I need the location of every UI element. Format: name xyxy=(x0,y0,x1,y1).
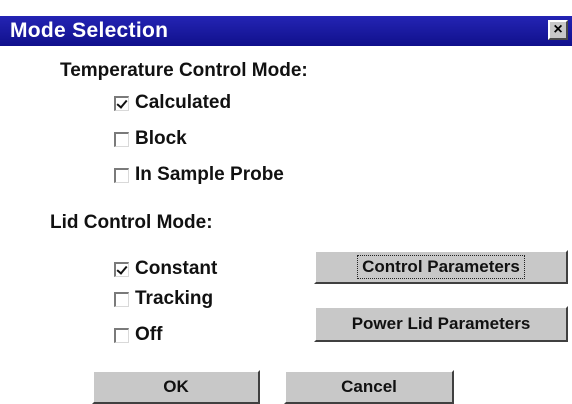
checkbox-checked-icon xyxy=(114,261,129,277)
mode-selection-dialog: Mode Selection × Temperature Control Mod… xyxy=(0,0,572,404)
constant-checkbox[interactable]: Constant xyxy=(114,256,217,282)
in-sample-probe-label: In Sample Probe xyxy=(135,164,284,185)
off-checkbox[interactable]: Off xyxy=(114,322,162,348)
checkbox-icon xyxy=(114,131,129,147)
title-bar[interactable]: Mode Selection × xyxy=(0,16,572,46)
off-label: Off xyxy=(135,324,163,345)
ok-label: OK xyxy=(163,377,189,396)
cancel-label: Cancel xyxy=(341,377,397,396)
in-sample-probe-checkbox[interactable]: In Sample Probe xyxy=(114,162,284,188)
control-parameters-button[interactable]: Control Parameters xyxy=(314,250,568,284)
checkbox-checked-icon xyxy=(114,95,129,111)
constant-label: Constant xyxy=(135,258,218,279)
tracking-checkbox[interactable]: Tracking xyxy=(114,286,213,312)
power-lid-parameters-label: Power Lid Parameters xyxy=(351,314,531,333)
cancel-button[interactable]: Cancel xyxy=(284,370,454,404)
calculated-checkbox[interactable]: Calculated xyxy=(114,90,231,116)
control-parameters-label: Control Parameters xyxy=(357,255,525,279)
window-title: Mode Selection xyxy=(10,19,169,42)
tracking-label: Tracking xyxy=(135,288,214,309)
block-checkbox[interactable]: Block xyxy=(114,126,187,152)
block-label: Block xyxy=(135,128,187,149)
lid-mode-heading: Lid Control Mode: xyxy=(50,212,213,233)
close-button[interactable]: × xyxy=(548,20,568,40)
close-icon: × xyxy=(553,21,563,38)
power-lid-parameters-button[interactable]: Power Lid Parameters xyxy=(314,306,568,342)
checkbox-icon xyxy=(114,327,129,343)
checkbox-icon xyxy=(114,167,129,183)
checkbox-icon xyxy=(114,291,129,307)
temperature-mode-heading: Temperature Control Mode: xyxy=(60,60,308,81)
calculated-label: Calculated xyxy=(135,92,232,113)
ok-button[interactable]: OK xyxy=(92,370,260,404)
